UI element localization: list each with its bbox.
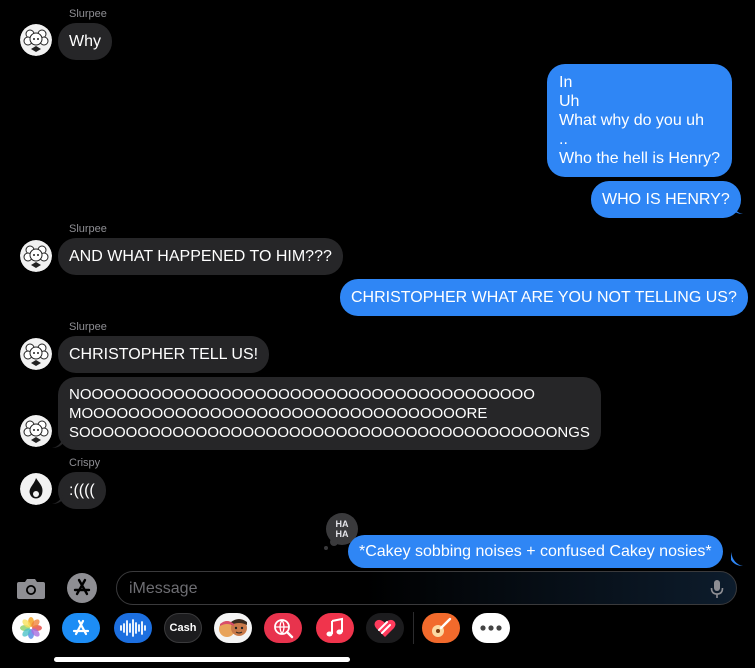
avatar-slurpee[interactable] (20, 415, 52, 447)
bubble-tail (52, 490, 64, 504)
message-bubble-incoming[interactable]: NOOOOOOOOOOOOOOOOOOOOOOOOOOOOOOOOOOOOOOO… (58, 377, 601, 450)
app-more[interactable] (472, 613, 510, 643)
message-bubble-incoming[interactable]: CHRISTOPHER TELL US! (58, 336, 270, 373)
avatar-slurpee[interactable] (20, 240, 52, 272)
app-audio[interactable] (114, 613, 152, 643)
app-garageband[interactable] (422, 613, 460, 643)
message-input-placeholder: iMessage (129, 580, 198, 597)
app-images-search[interactable] (264, 613, 302, 643)
sender-name: Crispy (69, 457, 101, 469)
app-digital-touch[interactable] (366, 613, 404, 643)
crispy-avatar-icon (20, 473, 52, 505)
app-store-icon (72, 619, 90, 636)
message-bubble-outgoing[interactable]: WHO IS HENRY? (591, 181, 741, 218)
app-strip-divider (413, 612, 414, 644)
app-store-icon (67, 573, 97, 603)
message-bubble-incoming[interactable]: :(((( (58, 472, 106, 509)
message-input[interactable]: iMessage (116, 571, 737, 605)
home-indicator[interactable] (54, 657, 350, 662)
photos-icon (20, 617, 42, 639)
message-bubble-outgoing[interactable]: In Uh What why do you uh .. Who the hell… (547, 64, 732, 177)
message-thread: Slurpee Why In Uh What why do you uh .. … (0, 0, 755, 568)
bubble-tail (731, 552, 743, 566)
bubble-tail (52, 434, 64, 448)
memoji-stickers-icon (219, 619, 247, 637)
app-music[interactable] (316, 613, 354, 643)
slurpee-avatar-icon (20, 415, 52, 447)
app-memoji[interactable] (214, 613, 252, 643)
app-store-button[interactable] (66, 572, 98, 604)
message-bubble-outgoing[interactable]: CHRISTOPHER WHAT ARE YOU NOT TELLING US? (340, 279, 748, 316)
camera-button[interactable] (15, 572, 47, 604)
svg-text:HA: HA (336, 529, 349, 539)
sender-name: Slurpee (69, 321, 107, 333)
sender-name: Slurpee (69, 223, 107, 235)
bubble-tail (731, 200, 743, 214)
compose-bar: iMessage (0, 568, 755, 612)
globe-search-icon (274, 619, 294, 639)
apple-cash-label: Cash (169, 622, 197, 634)
message-bubble-outgoing[interactable]: *Cakey sobbing noises + confused Cakey n… (348, 535, 723, 568)
avatar-slurpee[interactable] (20, 24, 52, 56)
slurpee-avatar-icon (20, 338, 52, 370)
avatar-crispy[interactable] (20, 473, 52, 505)
music-note-icon (326, 617, 343, 637)
app-apple-cash[interactable]: Cash (164, 613, 202, 643)
audio-waveform-icon (120, 619, 146, 637)
app-app-store[interactable] (62, 613, 100, 643)
app-drawer-strip: Cash (0, 612, 755, 648)
digital-touch-heart-icon (374, 619, 396, 637)
svg-text:HA: HA (336, 519, 349, 529)
message-bubble-incoming[interactable]: Why (58, 23, 112, 60)
bubble-tail (731, 298, 743, 312)
app-photos[interactable] (12, 613, 50, 643)
microphone-icon[interactable] (710, 579, 724, 599)
tapback-tail-dot (324, 546, 328, 550)
tapback-tail-dot (330, 538, 338, 546)
guitar-icon (432, 617, 452, 637)
message-bubble-incoming[interactable]: AND WHAT HAPPENED TO HIM??? (58, 238, 343, 275)
slurpee-avatar-icon (20, 24, 52, 56)
more-ellipsis-icon (480, 625, 502, 631)
camera-icon (17, 579, 45, 599)
avatar-slurpee[interactable] (20, 338, 52, 370)
sender-name: Slurpee (69, 8, 107, 20)
slurpee-avatar-icon (20, 240, 52, 272)
